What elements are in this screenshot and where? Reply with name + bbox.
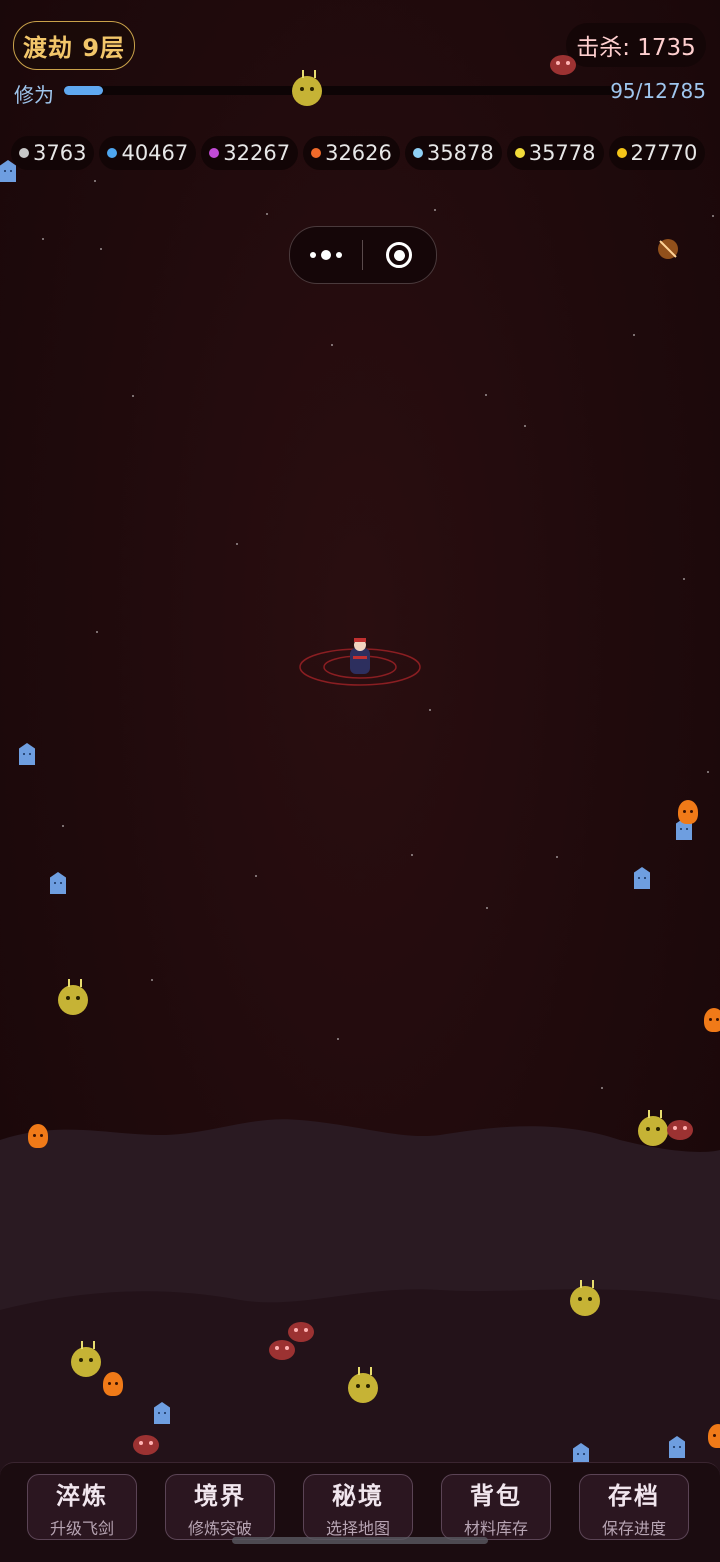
nav-backpack-label: 背包 xyxy=(470,1481,522,1510)
material-dot-icon xyxy=(311,148,322,158)
kill-counter: 击杀: 1735 xyxy=(566,23,706,67)
material-dot-icon xyxy=(209,148,220,158)
miniprogram-capsule xyxy=(289,226,437,284)
material-counters: 3763 40467 32267 32626 35878 35778 27770 xyxy=(11,136,706,170)
nav-realm-button[interactable]: 境界 修炼突破 xyxy=(165,1474,275,1540)
material-dot-icon xyxy=(616,148,627,158)
target-icon[interactable] xyxy=(363,227,435,283)
material-dot-icon xyxy=(412,148,423,158)
material-counter: 35878 xyxy=(404,136,502,170)
slime-enemy xyxy=(71,1341,101,1377)
nav-save-button[interactable]: 存档 保存进度 xyxy=(579,1474,689,1540)
nav-backpack-sublabel: 材料库存 xyxy=(463,1518,528,1538)
flame-enemy xyxy=(704,1008,720,1032)
home-indicator xyxy=(232,1537,488,1544)
flame-enemy xyxy=(708,1424,720,1448)
slime-enemy xyxy=(292,70,322,106)
flame-enemy xyxy=(28,1124,48,1148)
more-dots-icon[interactable] xyxy=(290,227,362,283)
demon-enemy xyxy=(667,1120,693,1140)
nav-secret-realm-sublabel: 选择地图 xyxy=(325,1518,390,1538)
material-counter: 32626 xyxy=(303,136,400,170)
nav-realm-sublabel: 修炼突破 xyxy=(187,1518,252,1538)
slime-enemy xyxy=(348,1367,378,1403)
crystal-enemy xyxy=(19,743,35,765)
nav-realm-label: 境界 xyxy=(194,1481,246,1510)
nav-secret-realm-label: 秘境 xyxy=(332,1481,384,1510)
demon-enemy xyxy=(288,1322,314,1342)
realm-level-badge: 渡劫 9层 xyxy=(13,21,135,70)
slime-enemy xyxy=(638,1110,668,1146)
cultivation-progress-fill xyxy=(64,86,103,95)
crystal-enemy xyxy=(634,867,650,889)
material-dot-icon xyxy=(514,148,525,158)
nav-backpack-button[interactable]: 背包 材料库存 xyxy=(441,1474,551,1540)
flame-enemy xyxy=(103,1372,123,1396)
crystal-enemy xyxy=(50,872,66,894)
material-dot-icon xyxy=(107,148,118,158)
flame-enemy xyxy=(678,800,698,824)
flying-sword-icon xyxy=(658,239,678,259)
slime-enemy xyxy=(570,1280,600,1316)
player-cultivator xyxy=(299,638,421,686)
material-counter: 35778 xyxy=(506,136,604,170)
demon-enemy xyxy=(133,1435,159,1455)
material-counter: 40467 xyxy=(99,136,197,170)
material-counter: 32267 xyxy=(201,136,299,170)
demon-enemy xyxy=(269,1340,295,1360)
nav-refine-button[interactable]: 淬炼 升级飞剑 xyxy=(27,1474,137,1540)
slime-enemy xyxy=(58,979,88,1015)
cultivation-progress-text: 95/12785 xyxy=(610,79,706,103)
material-counter: 27770 xyxy=(608,136,706,170)
bottom-nav-bar: 淬炼 升级飞剑 境界 修炼突破 秘境 选择地图 背包 材料库存 存档 保存进度 xyxy=(0,1462,720,1562)
nav-secret-realm-button[interactable]: 秘境 选择地图 xyxy=(303,1474,413,1540)
material-counter: 3763 xyxy=(11,136,95,170)
nav-save-sublabel: 保存进度 xyxy=(601,1518,666,1538)
material-dot-icon xyxy=(19,148,29,158)
demon-enemy xyxy=(550,55,576,75)
cultivation-label: 修为 xyxy=(14,83,54,107)
nav-refine-sublabel: 升级飞剑 xyxy=(49,1518,114,1538)
nav-refine-label: 淬炼 xyxy=(56,1481,108,1510)
nav-save-label: 存档 xyxy=(608,1481,660,1510)
cultivation-progress-bar xyxy=(64,86,616,95)
